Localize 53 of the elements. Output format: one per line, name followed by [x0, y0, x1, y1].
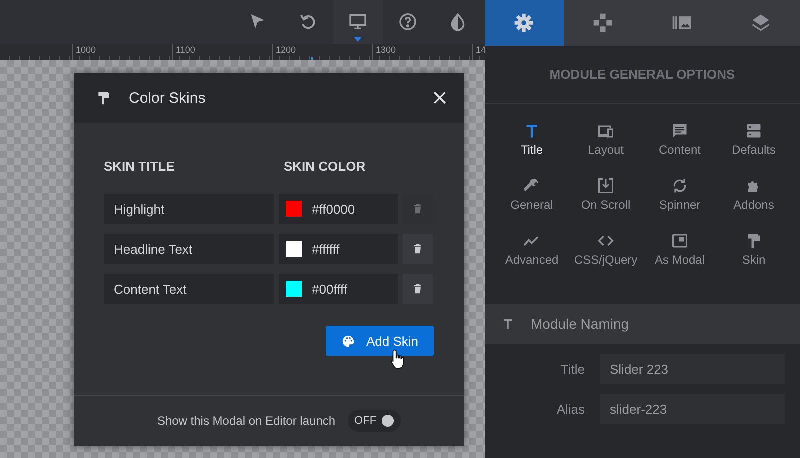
column-header: SKIN COLOR — [284, 159, 366, 174]
delete-button[interactable] — [403, 234, 433, 264]
paint-roller-icon — [96, 90, 112, 106]
skin-color-field[interactable]: #ff0000 — [279, 194, 398, 224]
help-icon — [398, 12, 418, 32]
skin-color-field[interactable]: #00ffff — [279, 274, 398, 304]
sync-icon — [671, 177, 689, 195]
option-menu-item[interactable]: General — [495, 177, 569, 228]
delete-button[interactable] — [403, 274, 433, 304]
option-menu-item[interactable]: On Scroll — [569, 177, 643, 228]
toolbar-button[interactable] — [333, 0, 383, 44]
hand-cursor-icon — [390, 348, 406, 370]
palette-icon — [341, 334, 356, 348]
color-value: #ff0000 — [312, 202, 356, 216]
skin-color-field[interactable]: #ffffff — [279, 234, 398, 264]
settings-tab[interactable] — [485, 0, 564, 46]
option-menu-item[interactable]: CSS/jQuery — [569, 232, 643, 283]
input-field[interactable]: slider-223 — [600, 394, 785, 424]
field-label: Title — [560, 362, 585, 376]
settings-icon — [513, 12, 536, 34]
skin-title-field[interactable]: Content Text — [104, 274, 274, 304]
option-menu-item[interactable]: Layout — [569, 122, 643, 173]
option-menu-item[interactable]: Content — [643, 122, 717, 173]
launch-option-label: Show this Modal on Editor launch — [157, 414, 336, 428]
add-skin-button[interactable]: Add Skin — [326, 326, 434, 356]
window-icon — [671, 232, 689, 250]
option-menu-item[interactable]: Addons — [717, 177, 791, 228]
skin-title-field[interactable]: Headline Text — [104, 234, 274, 264]
download-box-icon — [597, 177, 615, 195]
field-label: Alias — [556, 402, 585, 416]
option-menu-item[interactable]: Spinner — [643, 177, 717, 228]
toggle-switch[interactable]: OFF — [348, 410, 401, 432]
monitor-icon — [348, 12, 368, 32]
section-title: Module Naming — [531, 316, 630, 332]
paint-roller-icon — [745, 232, 763, 250]
message-icon — [671, 122, 689, 140]
color-value: #00ffff — [312, 282, 348, 296]
undo-icon — [298, 12, 318, 32]
option-menu-item[interactable]: Skin — [717, 232, 791, 283]
option-menu-item[interactable]: Advanced — [495, 232, 569, 283]
option-menu-item[interactable]: Defaults — [717, 122, 791, 173]
color-value: #ffffff — [312, 242, 340, 256]
panel-heading: MODULE GENERAL OPTIONS — [485, 46, 800, 104]
modal-title: Color Skins — [129, 90, 207, 106]
text-icon — [501, 317, 515, 331]
input-field[interactable]: Slider 223 — [600, 354, 785, 384]
skin-title-field[interactable]: Highlight — [104, 194, 274, 224]
option-menu-item[interactable]: Title — [495, 122, 569, 173]
column-header: SKIN TITLE — [104, 159, 176, 174]
option-menu-item[interactable]: As Modal — [643, 232, 717, 283]
close-icon[interactable] — [432, 90, 448, 106]
server-icon — [745, 122, 763, 140]
section-header[interactable]: Module Naming — [485, 304, 800, 344]
